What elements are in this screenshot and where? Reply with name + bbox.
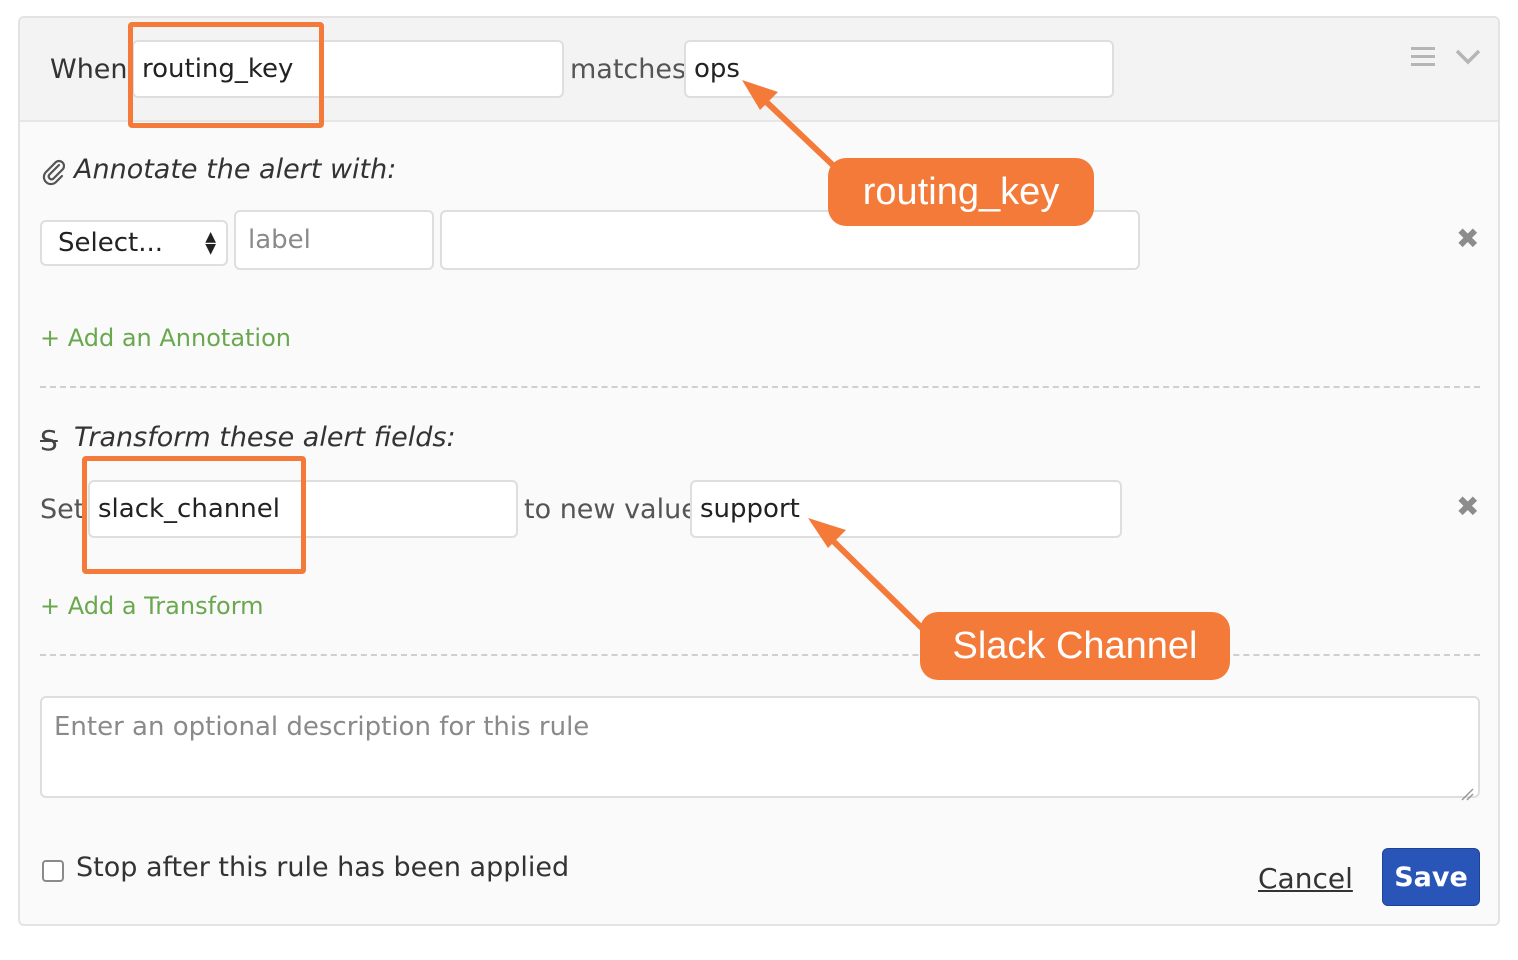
slack-channel-callout-text: Slack Channel [952, 624, 1198, 667]
slack-channel-callout: Slack Channel [920, 612, 1230, 680]
routing-key-callout-text: routing_key [862, 170, 1060, 213]
routing-key-arrow [742, 80, 841, 173]
callout-arrows [742, 80, 929, 635]
slack-channel-arrow [808, 518, 929, 635]
routing-key-callout: routing_key [828, 158, 1094, 226]
